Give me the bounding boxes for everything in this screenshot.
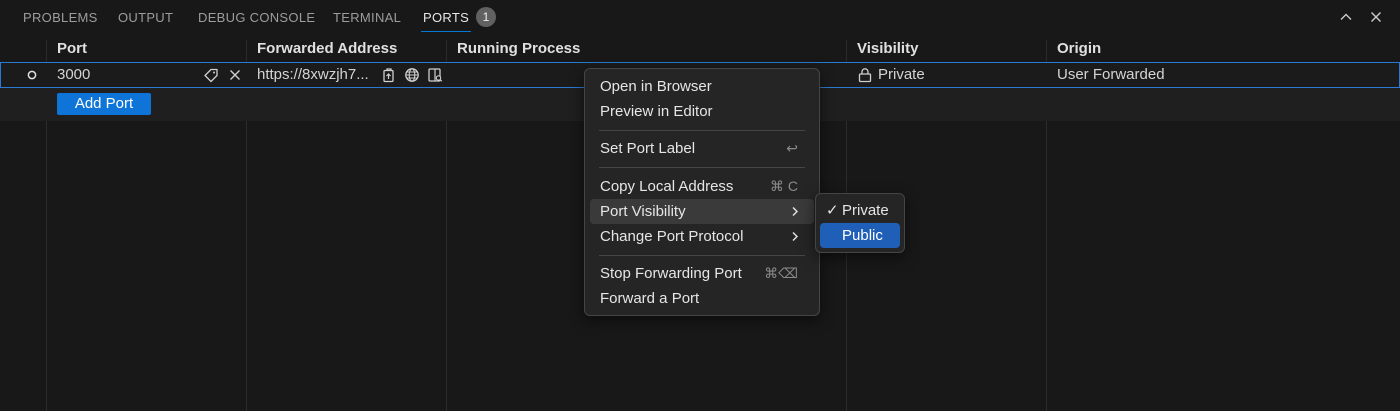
- chevron-up-icon[interactable]: [1339, 10, 1353, 24]
- shortcut-return: ↩: [786, 140, 798, 156]
- tab-terminal[interactable]: TERMINAL: [333, 0, 401, 35]
- submenu-item-public[interactable]: Public: [820, 223, 900, 248]
- menu-item-label: Change Port Protocol: [600, 228, 744, 245]
- menu-item-port-visibility[interactable]: Port Visibility: [590, 199, 814, 224]
- menu-item-set-port-label[interactable]: Set Port Label ↩: [590, 136, 814, 161]
- tab-problems[interactable]: PROBLEMS: [23, 0, 98, 35]
- chevron-right-icon: [790, 224, 800, 257]
- menu-separator: [599, 130, 805, 131]
- column-header-forwarded-address[interactable]: Forwarded Address: [257, 40, 397, 58]
- submenu-item-label: Private: [842, 202, 889, 219]
- menu-item-preview-in-editor[interactable]: Preview in Editor: [590, 99, 814, 124]
- tag-icon[interactable]: [203, 67, 219, 83]
- port-status-circle-icon: [24, 67, 40, 83]
- panel-tab-bar: PROBLEMS OUTPUT DEBUG CONSOLE TERMINAL P…: [0, 0, 1400, 35]
- menu-separator: [599, 255, 805, 256]
- visibility-submenu: ✓ Private Public: [815, 193, 905, 253]
- globe-icon[interactable]: [404, 67, 420, 83]
- origin-cell: User Forwarded: [1057, 66, 1165, 83]
- submenu-item-label: Public: [842, 227, 883, 244]
- preview-icon[interactable]: [427, 67, 443, 83]
- lock-icon: [857, 67, 873, 83]
- ports-count-badge: 1: [476, 7, 496, 27]
- copy-icon[interactable]: [381, 67, 397, 83]
- menu-item-label: Port Visibility: [600, 203, 686, 220]
- menu-item-copy-local-address[interactable]: Copy Local Address ⌘ C: [590, 174, 814, 199]
- menu-item-label: Set Port Label: [600, 140, 696, 157]
- tab-output[interactable]: OUTPUT: [118, 0, 173, 35]
- close-icon[interactable]: [1369, 10, 1383, 24]
- menu-item-label: Forward a Port: [600, 290, 700, 307]
- menu-item-change-port-protocol[interactable]: Change Port Protocol: [590, 224, 814, 249]
- column-header-visibility[interactable]: Visibility: [857, 40, 918, 58]
- forwarded-address-link[interactable]: https://8xwzjh7...: [257, 62, 369, 88]
- menu-item-label: Stop Forwarding Port: [600, 265, 742, 282]
- menu-item-open-in-browser[interactable]: Open in Browser: [590, 74, 814, 99]
- menu-item-label: Preview in Editor: [600, 103, 713, 120]
- tab-ports[interactable]: PORTS: [420, 0, 472, 35]
- column-header-origin[interactable]: Origin: [1057, 40, 1101, 58]
- menu-item-label: Open in Browser: [600, 78, 712, 95]
- context-menu: Open in Browser Preview in Editor Set Po…: [584, 68, 820, 316]
- menu-separator: [599, 167, 805, 168]
- visibility-cell: Private: [878, 66, 925, 83]
- column-header-running-process[interactable]: Running Process: [457, 40, 580, 58]
- menu-item-forward-a-port[interactable]: Forward a Port: [590, 286, 814, 311]
- menu-item-label: Copy Local Address: [600, 178, 734, 195]
- shortcut-cmd-delete: ⌘⌫: [764, 265, 798, 281]
- tab-debug-console[interactable]: DEBUG CONSOLE: [198, 0, 315, 35]
- add-port-button[interactable]: Add Port: [57, 93, 151, 115]
- menu-item-stop-forwarding-port[interactable]: Stop Forwarding Port ⌘⌫: [590, 261, 814, 286]
- shortcut-cmd-c: ⌘ C: [770, 178, 798, 194]
- close-icon[interactable]: [227, 67, 243, 83]
- column-header-port[interactable]: Port: [57, 40, 87, 58]
- checkmark-icon: ✓: [826, 202, 839, 219]
- port-cell: 3000: [57, 66, 91, 83]
- submenu-item-private[interactable]: ✓ Private: [820, 198, 900, 223]
